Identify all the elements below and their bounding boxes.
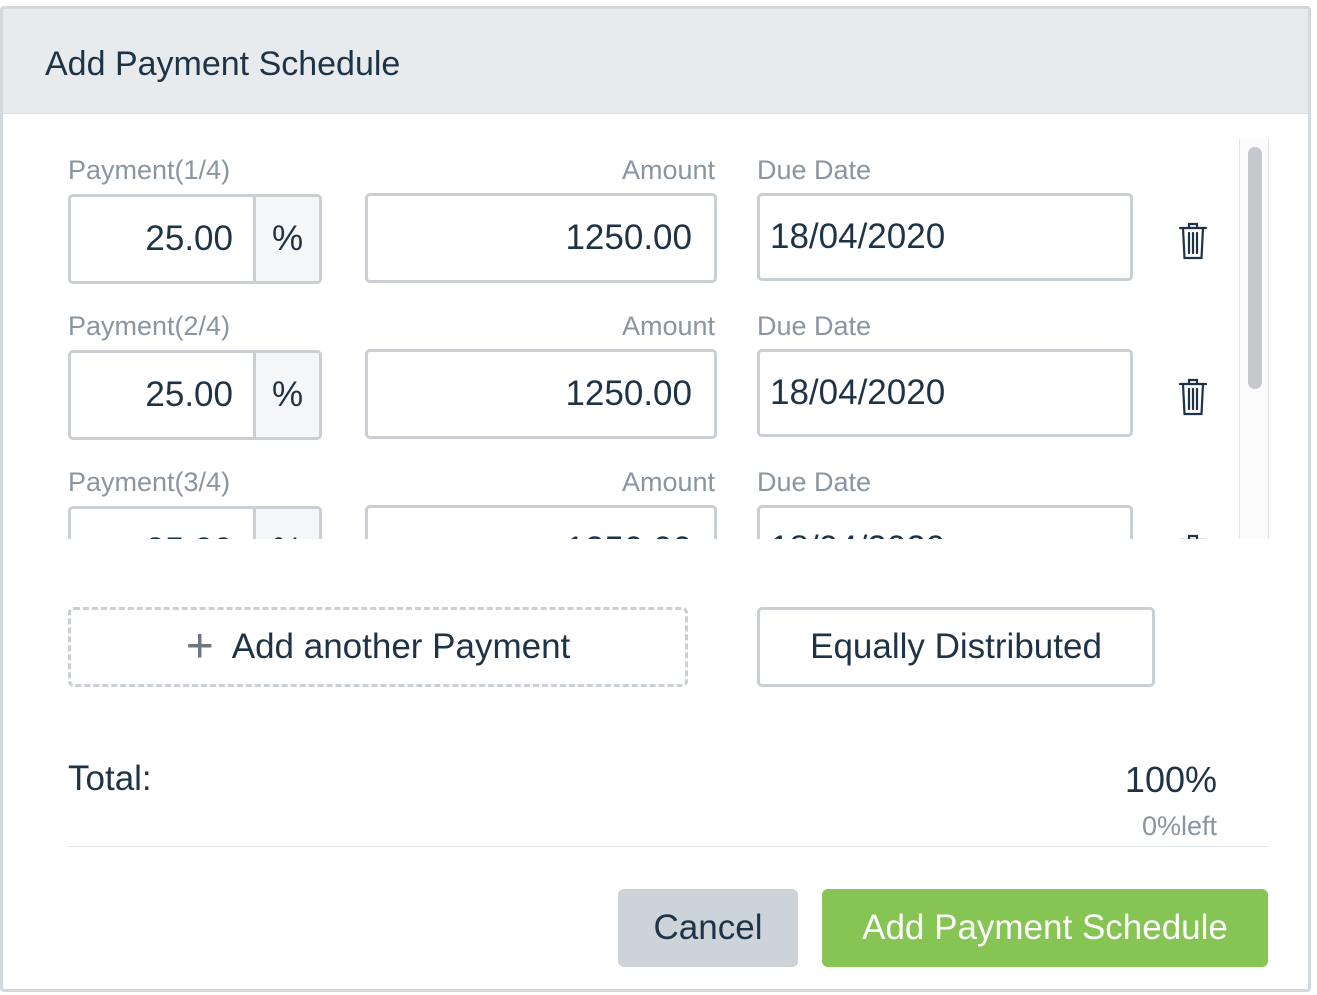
plus-icon: + bbox=[185, 620, 214, 673]
add-another-payment-button[interactable]: + Add another Payment bbox=[68, 607, 688, 687]
payments-list: Payment(1/4) Amount Due Date % bbox=[3, 139, 1239, 539]
scrollbar-thumb[interactable] bbox=[1248, 147, 1262, 389]
percent-suffix: % bbox=[253, 353, 319, 437]
payment-label: Payment(1/4) bbox=[68, 155, 231, 185]
total-remaining: 0%left bbox=[1141, 811, 1217, 841]
payment-row: Payment(2/4) Amount Due Date % bbox=[3, 295, 1239, 451]
percent-input-group: % bbox=[68, 506, 322, 539]
percent-suffix: % bbox=[253, 197, 319, 281]
percent-input[interactable] bbox=[71, 353, 253, 437]
payments-scrollbar[interactable] bbox=[1239, 139, 1269, 539]
add-payment-schedule-button[interactable]: Add Payment Schedule bbox=[822, 889, 1268, 967]
amount-label: Amount bbox=[621, 311, 715, 341]
payment-row: Payment(1/4) Amount Due Date % bbox=[3, 139, 1239, 295]
add-another-payment-label: Add another Payment bbox=[231, 627, 571, 666]
due-date-label: Due Date bbox=[757, 311, 872, 341]
dialog-header: Add Payment Schedule bbox=[3, 9, 1308, 114]
payment-schedule-dialog: Add Payment Schedule Payment(1/4) Amount… bbox=[0, 6, 1311, 992]
percent-input-group: % bbox=[68, 350, 322, 440]
payment-row: Payment(3/4) Amount Due Date % bbox=[3, 451, 1239, 539]
due-date-label: Due Date bbox=[757, 467, 872, 497]
payment-label: Payment(3/4) bbox=[68, 467, 231, 497]
trash-icon[interactable] bbox=[1178, 221, 1208, 261]
percent-input[interactable] bbox=[71, 197, 253, 281]
amount-label: Amount bbox=[621, 467, 715, 497]
total-label: Total: bbox=[68, 759, 152, 798]
amount-input[interactable] bbox=[365, 349, 717, 439]
dialog-title: Add Payment Schedule bbox=[45, 45, 401, 83]
due-date-input[interactable] bbox=[757, 349, 1133, 437]
due-date-input[interactable] bbox=[757, 193, 1133, 281]
amount-label: Amount bbox=[621, 155, 715, 185]
divider bbox=[68, 846, 1268, 847]
percent-input-group: % bbox=[68, 194, 322, 284]
percent-suffix: % bbox=[253, 509, 319, 539]
amount-input[interactable] bbox=[365, 505, 717, 539]
total-value: 100% bbox=[1124, 759, 1217, 800]
cancel-button[interactable]: Cancel bbox=[618, 889, 798, 967]
amount-input[interactable] bbox=[365, 193, 717, 283]
trash-icon[interactable] bbox=[1178, 377, 1208, 417]
trash-icon[interactable] bbox=[1178, 533, 1208, 539]
equally-distributed-button[interactable]: Equally Distributed bbox=[757, 607, 1155, 687]
percent-input[interactable] bbox=[71, 509, 253, 539]
payment-label: Payment(2/4) bbox=[68, 311, 231, 341]
due-date-input[interactable] bbox=[757, 505, 1133, 539]
due-date-label: Due Date bbox=[757, 155, 872, 185]
